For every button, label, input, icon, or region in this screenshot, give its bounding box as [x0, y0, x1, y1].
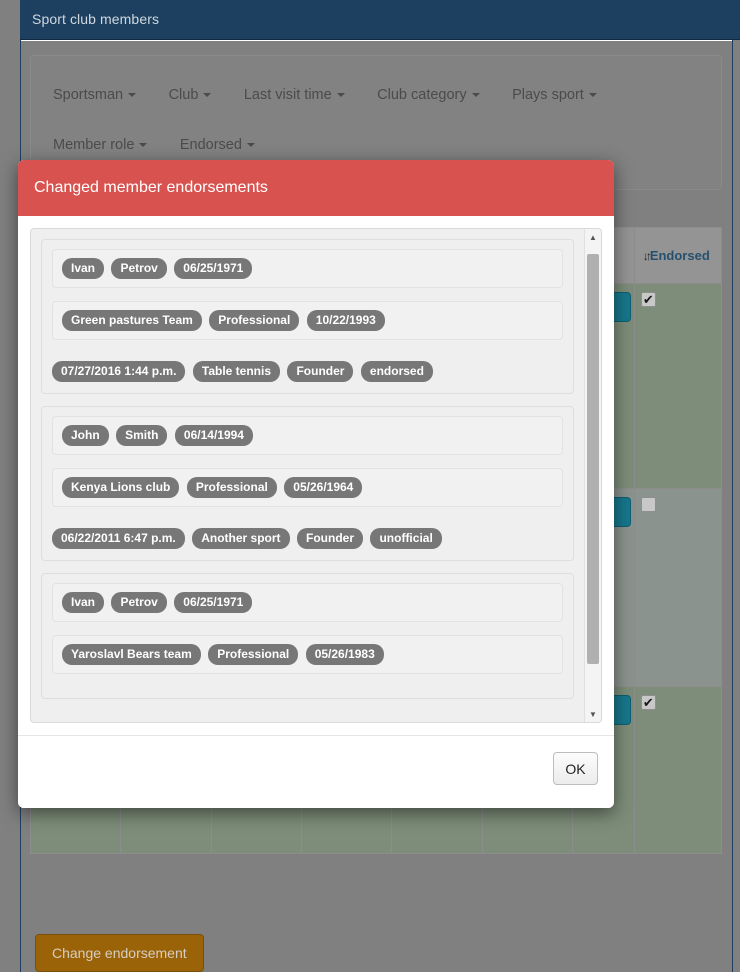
filter-endorsed[interactable]: Endorsed [180, 137, 255, 153]
pill-club-category: Professional [186, 477, 277, 498]
pill-club-date: 05/26/1964 [284, 477, 363, 498]
endorsed-checkbox[interactable] [640, 290, 656, 309]
pill-club-category: Professional [209, 310, 300, 331]
chevron-down-icon [471, 93, 480, 98]
filter-label: Club category [377, 87, 467, 103]
pill-first-name: Ivan [62, 592, 105, 613]
chevron-down-icon [128, 93, 137, 98]
filter-plays-sport[interactable]: Plays sport [512, 87, 597, 103]
pill-club-category: Professional [208, 644, 299, 665]
endorsement-group: Ivan Petrov 06/25/1971 Yaroslavl Bears t… [41, 573, 574, 699]
sort-icon: ↓↑ [642, 248, 652, 263]
modal-header: Changed member endorsements [18, 160, 614, 216]
pill-sport: Table tennis [192, 361, 280, 382]
filter-label: Endorsed [179, 137, 242, 153]
chevron-down-icon [246, 143, 255, 148]
pill-last-visit: 07/27/2016 1:44 p.m. [52, 361, 186, 382]
filter-row-primary: Sportsman Club Last visit time Club cate… [53, 86, 625, 104]
endorsements-scroll-area[interactable]: Ivan Petrov 06/25/1971 Green pastures Te… [30, 228, 602, 723]
pill-member-role: Founder [287, 361, 354, 382]
endorsed-header-label: Endorsed [649, 247, 710, 263]
endorsement-group: Ivan Petrov 06/25/1971 Green pastures Te… [41, 239, 574, 394]
person-row: John Smith 06/14/1994 [52, 416, 563, 455]
endorsement-group: John Smith 06/14/1994 Kenya Lions club P… [41, 406, 574, 561]
pill-endorsement-status: unofficial [370, 528, 442, 549]
filter-member-role[interactable]: Member role [53, 137, 148, 153]
pill-first-name: John [62, 425, 109, 446]
scroll-down-icon[interactable]: ▼ [585, 706, 601, 722]
modal-title: Changed member endorsements [34, 179, 268, 196]
pill-sport: Another sport [192, 528, 290, 549]
details-row: 07/27/2016 1:44 p.m. Table tennis Founde… [52, 353, 563, 382]
endorsed-checkbox[interactable] [640, 693, 656, 712]
chevron-down-icon [588, 93, 597, 98]
details-row: 06/22/2011 6:47 p.m. Another sport Found… [52, 520, 563, 549]
cell-endorsed [633, 488, 723, 687]
person-row: Ivan Petrov 06/25/1971 [52, 583, 563, 622]
filter-club[interactable]: Club [169, 87, 212, 103]
chevron-down-icon [139, 143, 148, 148]
filter-label: Plays sport [512, 87, 584, 103]
modal-footer: OK [18, 735, 614, 808]
filter-label: Club [168, 87, 199, 103]
scrollbar[interactable]: ▲ ▼ [584, 229, 601, 722]
app-header: Sport club members [20, 0, 740, 40]
modal-body: Ivan Petrov 06/25/1971 Green pastures Te… [18, 216, 614, 735]
page-title: Sport club members [32, 11, 160, 27]
change-endorsement-button[interactable]: Change endorsement [35, 934, 204, 972]
right-rail [732, 40, 740, 972]
filter-row-secondary: Member role Endorsed [53, 136, 283, 154]
club-row: Kenya Lions club Professional 05/26/1964 [52, 468, 563, 507]
scrollbar-thumb[interactable] [587, 254, 599, 664]
filter-label: Member role [53, 137, 135, 153]
ok-button[interactable]: OK [553, 752, 598, 785]
filter-last-visit-time[interactable]: Last visit time [244, 87, 345, 103]
pill-last-name: Petrov [111, 258, 167, 279]
person-row: Ivan Petrov 06/25/1971 [52, 249, 563, 288]
pill-last-name: Petrov [111, 592, 167, 613]
pill-club-name: Green pastures Team [62, 310, 202, 331]
chevron-down-icon [336, 93, 345, 98]
endorsed-checkbox[interactable] [640, 497, 656, 512]
pill-birthdate: 06/14/1994 [174, 425, 253, 446]
pill-club-date: 10/22/1993 [306, 310, 385, 331]
pill-birthdate: 06/25/1971 [174, 258, 253, 279]
pill-last-name: Smith [116, 425, 168, 446]
filter-label: Last visit time [243, 87, 332, 103]
pill-member-role: Founder [297, 528, 363, 549]
pill-first-name: Ivan [62, 258, 105, 279]
filter-sportsman[interactable]: Sportsman [53, 87, 137, 103]
filter-label: Sportsman [53, 87, 124, 103]
pill-last-visit: 06/22/2011 6:47 p.m. [52, 528, 185, 549]
pill-club-date: 05/26/1983 [305, 644, 384, 665]
changed-endorsements-modal: Changed member endorsements Ivan Petrov … [18, 160, 614, 808]
endorsements-list: Ivan Petrov 06/25/1971 Green pastures Te… [31, 229, 584, 722]
pill-club-name: Kenya Lions club [62, 477, 180, 498]
table-col-endorsed[interactable]: ↓↑Endorsed [633, 227, 723, 284]
pill-club-name: Yaroslavl Bears team [62, 644, 201, 665]
pill-birthdate: 06/25/1971 [174, 592, 253, 613]
club-row: Yaroslavl Bears team Professional 05/26/… [52, 635, 563, 674]
cell-endorsed [633, 686, 723, 854]
cell-endorsed [633, 283, 723, 489]
club-row: Green pastures Team Professional 10/22/1… [52, 301, 563, 340]
pill-endorsement-status: endorsed [360, 361, 433, 382]
filter-club-category[interactable]: Club category [377, 87, 480, 103]
scroll-up-icon[interactable]: ▲ [585, 229, 601, 245]
chevron-down-icon [203, 93, 212, 98]
